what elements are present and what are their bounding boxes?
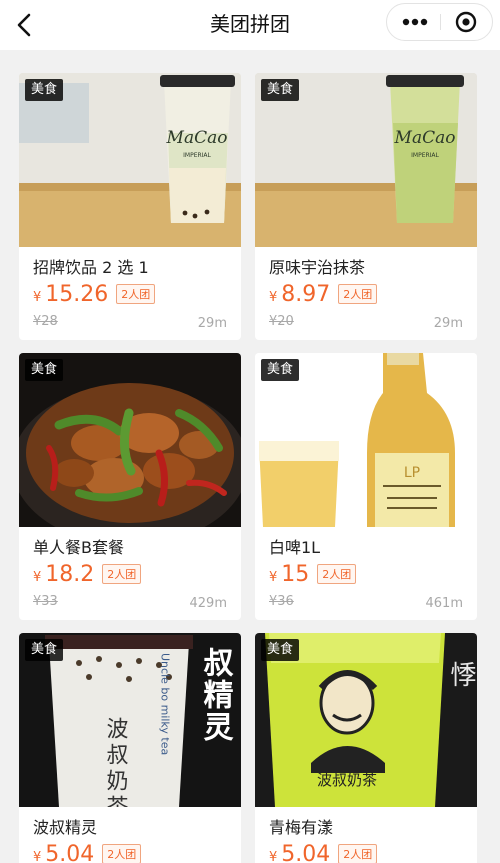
more-dots-icon [402,18,428,26]
group-badge: 2人团 [338,844,378,863]
group-badge: 2人团 [102,844,142,863]
product-name: 原味宇治抹茶 [269,258,366,277]
beer-image: LP 美食 [255,353,477,527]
product-name: 招牌饮品 2 选 1 [33,258,149,277]
green-plum-drink-image: 波叔奶茶 悸 美食 [255,633,477,807]
original-price: ¥28 [33,314,58,329]
price-row: ¥ 8.97 2人团 [269,282,378,307]
original-price: ¥33 [33,594,58,609]
more-button[interactable] [395,4,435,40]
product-card[interactable]: MaCao IMPERIAL 美食 招牌饮品 2 选 1 ¥ 15.26 2人团… [19,73,241,340]
group-badge: 2人团 [338,284,378,304]
product-card[interactable]: MaCao IMPERIAL 美食 原味宇治抹茶 ¥ 8.97 2人团 ¥20 … [255,73,477,340]
group-badge: 2人团 [102,564,142,584]
group-price: 15.26 [45,282,109,307]
product-name: 波叔精灵 [33,818,98,837]
currency-symbol: ¥ [269,570,278,585]
group-price: 8.97 [281,282,331,307]
svg-text:MaCao: MaCao [394,128,456,148]
category-tag: 美食 [25,639,64,661]
original-price: ¥36 [269,594,294,609]
group-price: 5.04 [281,842,331,863]
group-price: 18.2 [45,562,95,587]
currency-symbol: ¥ [33,290,42,305]
product-name: 单人餐B套餐 [33,538,124,557]
distance: 429m [189,596,227,611]
product-card[interactable]: 波叔奶茶 Uncle bo milky tea 叔精灵 美食 波叔精灵 ¥ 5.… [19,633,241,863]
category-tag: 美食 [261,639,300,661]
target-close-icon [455,11,477,33]
bubble-tea-poster-image: 波叔奶茶 Uncle bo milky tea 叔精灵 美食 [19,633,241,807]
category-tag: 美食 [261,79,300,101]
distance: 29m [433,316,463,331]
product-name: 白啤1L [269,538,321,557]
milk-tea-cup-image: MaCao IMPERIAL 美食 [19,73,241,247]
poster-side-text: 悸 [446,661,476,687]
distance: 29m [197,316,227,331]
group-price: 15 [281,562,310,587]
svg-text:MaCao: MaCao [166,128,228,148]
poster-cup-text: 波叔奶茶 [317,771,377,789]
capsule-divider [440,14,441,30]
poster-cup-text: 波叔奶茶 [103,717,129,807]
svg-text:LP: LP [404,465,420,481]
product-name: 青梅有漾 [269,818,334,837]
product-card[interactable]: 美食 单人餐B套餐 ¥ 18.2 2人团 ¥33 429m [19,353,241,620]
poster-side-text: Uncle bo milky tea [159,653,172,755]
price-row: ¥ 15 2人团 [269,562,357,587]
price-row: ¥ 18.2 2人团 [33,562,142,587]
matcha-cup-image: MaCao IMPERIAL 美食 [255,73,477,247]
close-button[interactable] [445,4,487,40]
group-price: 5.04 [45,842,95,863]
braised-chicken-image: 美食 [19,353,241,527]
currency-symbol: ¥ [33,850,42,863]
poster-big-text: 叔精灵 [198,647,234,743]
svg-text:IMPERIAL: IMPERIAL [183,152,211,159]
nav-bar: 美团拼团 [0,0,500,50]
price-row: ¥ 5.04 2人团 [33,842,142,863]
currency-symbol: ¥ [269,850,278,863]
mini-program-capsule [386,3,493,41]
category-tag: 美食 [25,359,64,381]
group-badge: 2人团 [116,284,156,304]
svg-text:IMPERIAL: IMPERIAL [411,152,439,159]
price-row: ¥ 15.26 2人团 [33,282,156,307]
currency-symbol: ¥ [269,290,278,305]
group-badge: 2人团 [317,564,357,584]
product-card[interactable]: LP 美食 白啤1L ¥ 15 2人团 ¥36 461m [255,353,477,620]
original-price: ¥20 [269,314,294,329]
distance: 461m [425,596,463,611]
category-tag: 美食 [261,359,300,381]
currency-symbol: ¥ [33,570,42,585]
category-tag: 美食 [25,79,64,101]
price-row: ¥ 5.04 2人团 [269,842,378,863]
product-card[interactable]: 波叔奶茶 悸 美食 青梅有漾 ¥ 5.04 2人团 [255,633,477,863]
